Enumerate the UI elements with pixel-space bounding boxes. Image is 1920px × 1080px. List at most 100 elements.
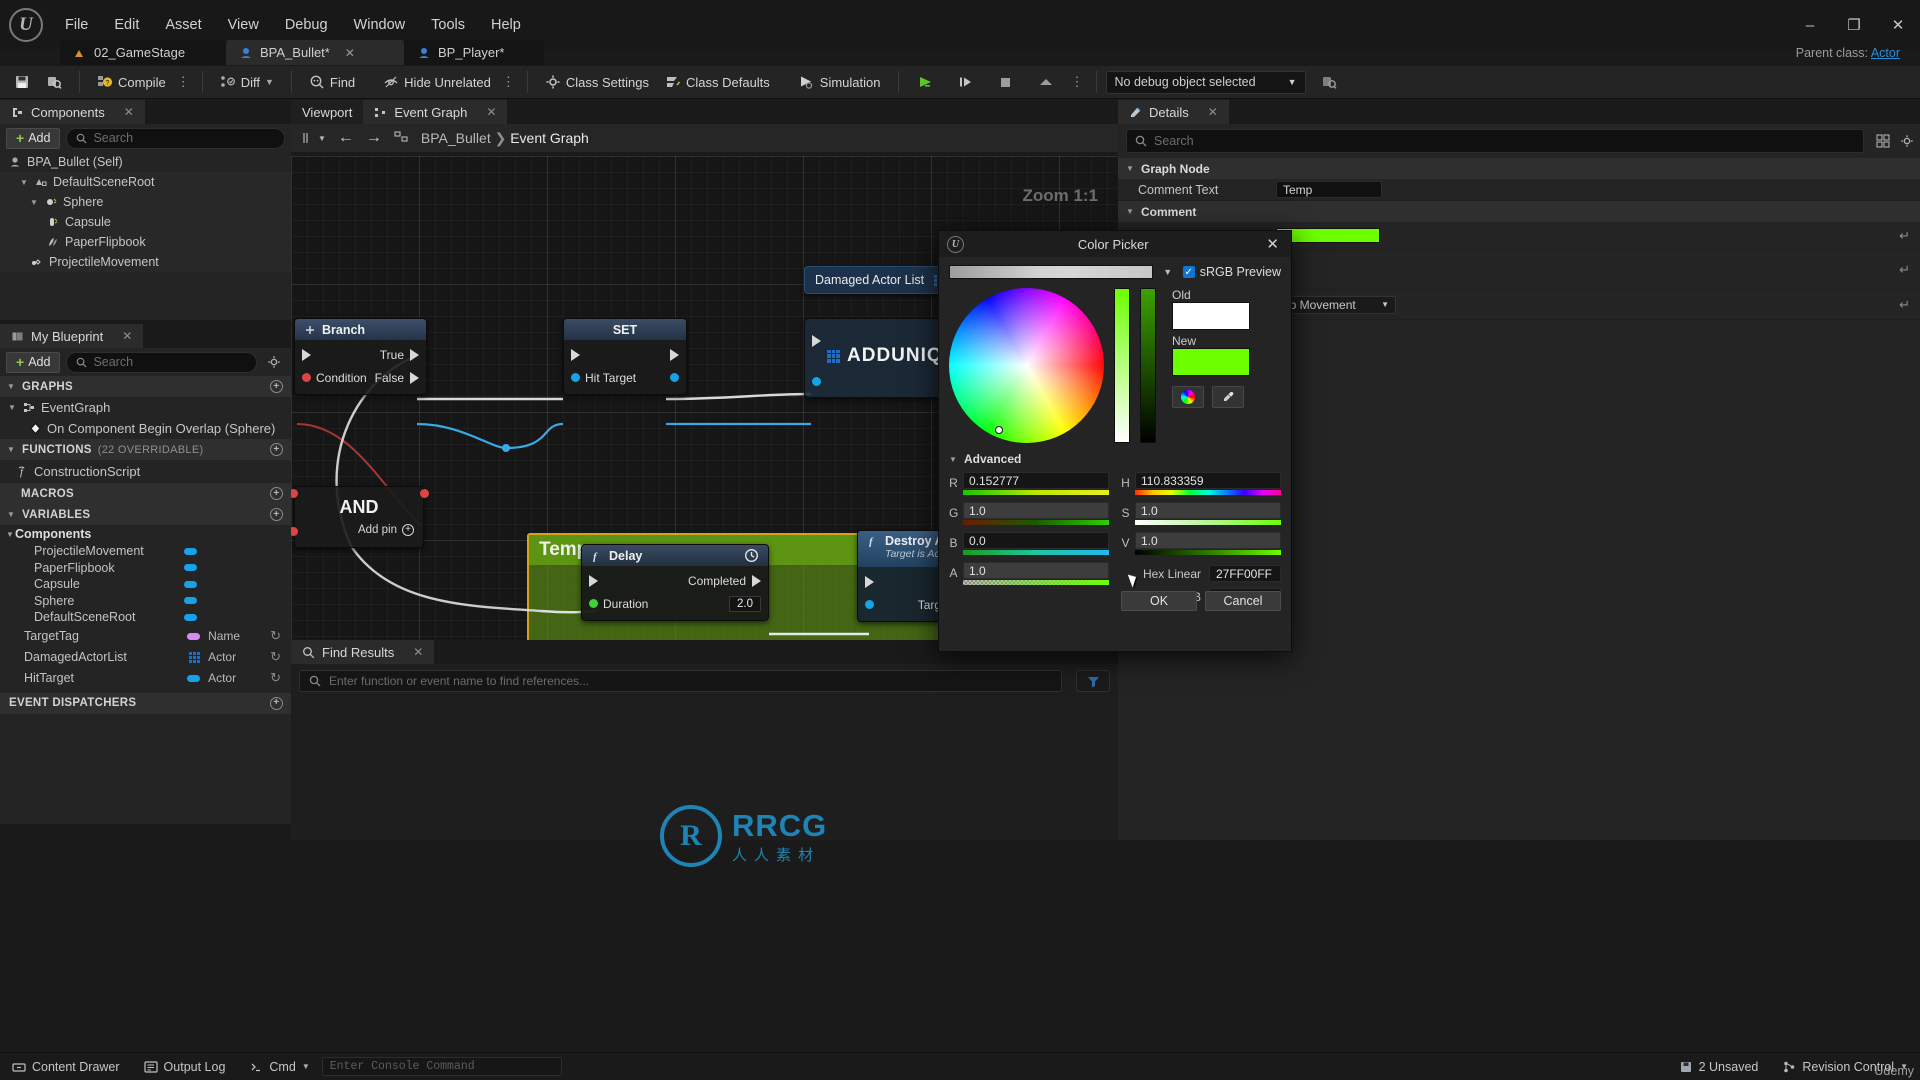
details-search-input[interactable]: Search bbox=[1126, 129, 1864, 153]
close-icon[interactable]: ✕ bbox=[413, 645, 423, 659]
back-button[interactable]: ← bbox=[338, 129, 354, 147]
value-slider-light[interactable] bbox=[1114, 288, 1130, 443]
find-filter-button[interactable] bbox=[1076, 670, 1110, 692]
tab-viewport[interactable]: Viewport bbox=[291, 100, 364, 124]
slider-b[interactable]: B 0.0 bbox=[949, 532, 1109, 555]
section-graphs[interactable]: ▼ GRAPHS + bbox=[0, 376, 291, 397]
slider-g[interactable]: G 1.0 bbox=[949, 502, 1109, 525]
color-wheel[interactable] bbox=[949, 288, 1104, 443]
tab-bp-player[interactable]: BP_Player* bbox=[404, 40, 544, 65]
section-event-dispatchers[interactable]: EVENT DISPATCHERS + bbox=[0, 692, 291, 714]
tab-close-icon[interactable]: ✕ bbox=[345, 46, 355, 60]
slider-track[interactable] bbox=[963, 520, 1109, 525]
variable-row-damagedactorlist[interactable]: DamagedActorList Actor ↻ bbox=[0, 647, 291, 668]
chevron-down-icon[interactable]: ▼ bbox=[1159, 267, 1177, 277]
find-button[interactable]: Find bbox=[301, 71, 363, 93]
pin-row-add-pin[interactable]: Add pin + bbox=[295, 518, 423, 541]
slider-value[interactable]: 1.0 bbox=[963, 562, 1109, 579]
settings-icon[interactable] bbox=[1894, 134, 1920, 148]
grid-view-icon[interactable] bbox=[1872, 134, 1894, 148]
slider-value[interactable]: 0.0 bbox=[963, 532, 1109, 549]
step-button[interactable] bbox=[948, 71, 984, 93]
pin-row-duration[interactable]: Duration 2.0 bbox=[582, 592, 768, 615]
slider-value[interactable]: 110.833359 bbox=[1135, 472, 1281, 489]
section-variables[interactable]: ▼ VARIABLES + bbox=[0, 504, 291, 525]
duration-pin[interactable] bbox=[589, 599, 598, 608]
color-gradient-bar[interactable] bbox=[949, 265, 1153, 279]
exec-pin-in[interactable] bbox=[571, 348, 580, 361]
find-search-input[interactable]: Enter function or event name to find ref… bbox=[299, 670, 1062, 692]
slider-s[interactable]: S 1.0 bbox=[1121, 502, 1281, 525]
exec-pin-true[interactable] bbox=[410, 348, 419, 361]
exec-pin-in[interactable] bbox=[589, 574, 598, 587]
myblueprint-search-input[interactable]: Search bbox=[66, 351, 257, 373]
save-button[interactable] bbox=[6, 71, 38, 93]
add-graph-button[interactable]: + bbox=[270, 380, 283, 393]
hide-unrelated-options-button[interactable]: ⋮ bbox=[499, 72, 518, 92]
play-options-button[interactable]: ⋮ bbox=[1068, 72, 1087, 92]
close-icon[interactable]: ✕ bbox=[122, 329, 132, 343]
close-button[interactable]: ✕ bbox=[1876, 8, 1920, 42]
variable-row[interactable]: ProjectileMovement bbox=[0, 543, 291, 560]
variable-row-targettag[interactable]: TargetTag Name ↻ bbox=[0, 626, 291, 647]
browse-content-button[interactable] bbox=[38, 71, 70, 93]
slider-value[interactable]: 1.0 bbox=[1135, 532, 1281, 549]
color-wheel-cursor[interactable] bbox=[995, 426, 1003, 434]
section-functions[interactable]: ▼ FUNCTIONS (22 OVERRIDABLE) + bbox=[0, 439, 291, 460]
variable-row[interactable]: Sphere bbox=[0, 593, 291, 610]
srgb-preview-toggle[interactable]: ✓ sRGB Preview bbox=[1182, 265, 1281, 279]
breadcrumb-root[interactable]: BPA_Bullet bbox=[421, 130, 491, 146]
function-item-constructionscript[interactable]: f ConstructionScript bbox=[0, 460, 291, 483]
slider-value[interactable]: 0.152777 bbox=[963, 472, 1109, 489]
caret-down-icon[interactable]: ▼ bbox=[1126, 164, 1135, 173]
caret-down-icon[interactable]: ▼ bbox=[30, 198, 39, 207]
color-wheel-icon[interactable] bbox=[1172, 386, 1204, 408]
add-macro-button[interactable]: + bbox=[270, 487, 283, 500]
components-search-input[interactable]: Search bbox=[66, 127, 285, 149]
and-output-pin[interactable] bbox=[420, 489, 429, 498]
caret-down-icon[interactable]: ▼ bbox=[7, 382, 16, 391]
item-pin[interactable] bbox=[812, 377, 821, 386]
unsaved-button[interactable]: 2 Unsaved bbox=[1667, 1053, 1771, 1080]
exec-pin-completed[interactable] bbox=[752, 574, 761, 587]
menu-debug[interactable]: Debug bbox=[272, 13, 341, 37]
close-icon[interactable]: ✕ bbox=[486, 105, 496, 119]
exec-pin-false[interactable] bbox=[410, 371, 419, 384]
tab-02-gamestage[interactable]: 02_GameStage bbox=[60, 40, 226, 65]
color-picker-title-bar[interactable]: U Color Picker ✕ bbox=[939, 231, 1291, 257]
node-and[interactable]: AND Add pin + bbox=[291, 486, 429, 548]
graph-options-button[interactable]: ▼ bbox=[301, 131, 326, 145]
add-blueprint-item-button[interactable]: + Add bbox=[6, 351, 61, 373]
forward-button[interactable]: → bbox=[366, 129, 382, 147]
pin-row-exec[interactable] bbox=[564, 343, 686, 366]
pin-row-hit-target[interactable]: Hit Target bbox=[564, 366, 686, 389]
maximize-button[interactable]: ❐ bbox=[1832, 8, 1876, 42]
caret-down-icon[interactable]: ▼ bbox=[20, 178, 29, 187]
cmd-select[interactable]: Cmd ▼ bbox=[237, 1053, 321, 1080]
duration-input[interactable]: 2.0 bbox=[729, 595, 761, 612]
slider-value[interactable]: 1.0 bbox=[963, 502, 1109, 519]
compile-button[interactable]: ? Compile bbox=[89, 71, 174, 93]
simulation-button[interactable]: Simulation bbox=[790, 71, 889, 93]
full-view-button[interactable] bbox=[394, 130, 409, 147]
menu-help[interactable]: Help bbox=[478, 13, 534, 37]
add-pin-button[interactable]: + bbox=[402, 523, 414, 536]
pin-row-exec-true[interactable]: True bbox=[295, 343, 426, 366]
content-drawer-button[interactable]: Content Drawer bbox=[0, 1053, 132, 1080]
slider-value[interactable]: 1.0 bbox=[1135, 502, 1281, 519]
exec-pin-in[interactable] bbox=[865, 575, 874, 588]
menu-view[interactable]: View bbox=[215, 13, 272, 37]
tree-item-defaultsceneroot[interactable]: ▼ DefaultSceneRoot bbox=[0, 172, 291, 192]
caret-down-icon[interactable]: ▼ bbox=[1126, 207, 1135, 216]
tree-item-capsule[interactable]: Capsule bbox=[0, 212, 291, 232]
eyedropper-icon[interactable] bbox=[1212, 386, 1244, 408]
exec-pin-in[interactable] bbox=[812, 334, 821, 347]
node-delay[interactable]: f Delay Completed Duration 2.0 bbox=[581, 544, 769, 621]
caret-down-icon[interactable]: ▼ bbox=[8, 403, 17, 412]
variable-visibility-icon[interactable]: ↻ bbox=[270, 670, 281, 686]
tree-item-sphere[interactable]: ▼ Sphere bbox=[0, 192, 291, 212]
variable-visibility-icon[interactable]: ↻ bbox=[270, 628, 281, 644]
hit-target-pin[interactable] bbox=[571, 373, 580, 382]
tab-details[interactable]: Details ✕ bbox=[1118, 100, 1229, 124]
compile-options-button[interactable]: ⋮ bbox=[174, 72, 193, 92]
